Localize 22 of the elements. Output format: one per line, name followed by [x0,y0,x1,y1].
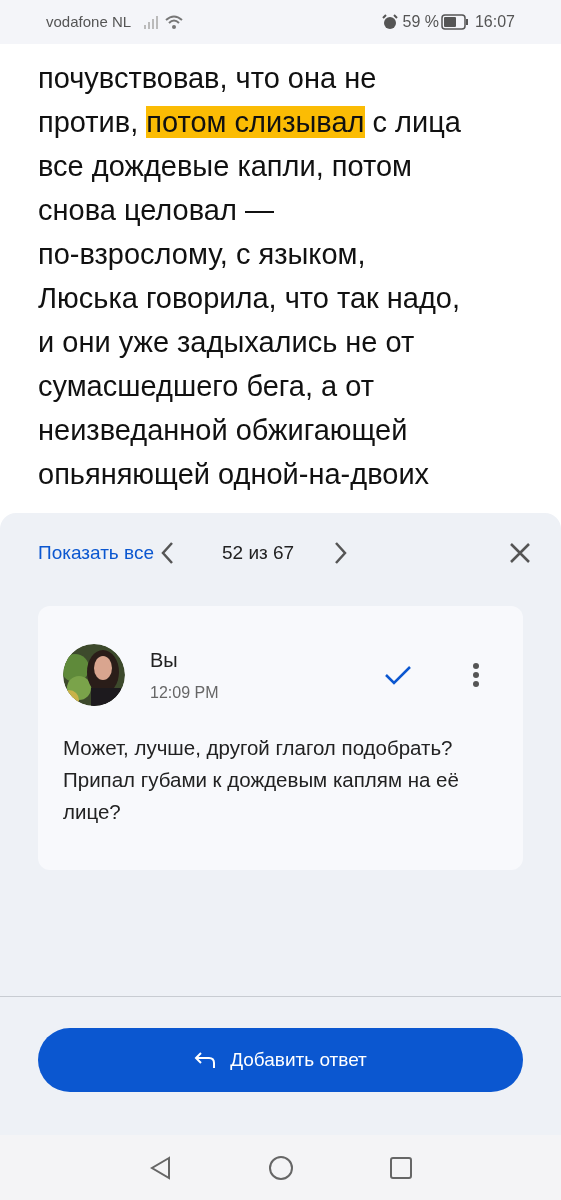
wifi-icon [165,15,184,29]
battery-percent: 59 % [402,12,439,32]
more-icon[interactable] [472,662,480,688]
alarm-icon [382,14,399,30]
home-icon[interactable] [267,1154,294,1181]
battery-icon [440,14,469,30]
author-name: Вы [150,648,179,673]
show-all-link[interactable]: Показать все [38,538,154,568]
recents-icon[interactable] [388,1155,413,1180]
previous-icon[interactable] [160,541,174,565]
reply-button[interactable]: Добавить ответ [38,1028,523,1092]
comment-counter: 52 из 67 [222,540,295,565]
check-icon[interactable] [384,664,412,686]
next-icon[interactable] [334,541,349,565]
document-text: почувствовав, что она не против, потом слизывал с лица все дождевые капли, потом снова целовал — по-взрослому, с языком, Люська говорила, что так надо, и они уже задыхались не от сумасшедшего бега, а от неизведанной обжигающей опьяняющей одной-на-двоих [38,61,462,492]
close-icon[interactable] [509,542,531,564]
reply-icon [194,1051,217,1069]
comment-time: 12:09 PM [150,683,219,703]
back-icon[interactable] [148,1155,173,1180]
comment-text: Может, лучше, другой глагол подобрать? Припал губами к дождевым каплям на её лице? [63,735,460,825]
clock-time: 16:07 [474,12,515,32]
carrier-name: vodafone NL [46,11,132,32]
